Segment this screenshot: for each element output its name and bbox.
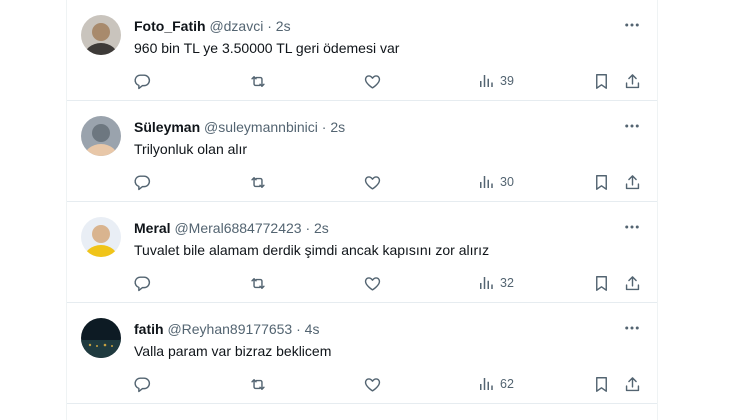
reply-icon[interactable] [133, 272, 152, 294]
share-icon[interactable] [623, 373, 642, 395]
tweet-header: Süleyman @suleymannbinici · 2s [134, 118, 345, 136]
tweet-actions: 32 [67, 272, 657, 294]
tweet-header: Meral @Meral6884772423 · 2s [134, 219, 329, 237]
views-chart-icon [477, 72, 495, 90]
separator-dot: · [321, 119, 327, 135]
heart-icon[interactable] [363, 272, 382, 294]
avatar[interactable] [81, 217, 121, 257]
heart-icon[interactable] [363, 70, 382, 92]
bookmark-icon[interactable] [592, 171, 611, 193]
more-dots-icon[interactable] [623, 217, 641, 237]
views-chart-icon [477, 173, 495, 191]
views-button[interactable]: 32 [477, 272, 514, 294]
retweet-icon[interactable] [248, 70, 268, 92]
views-button[interactable]: 62 [477, 373, 514, 395]
display-name[interactable]: Süleyman [134, 119, 200, 135]
views-count: 62 [500, 377, 514, 391]
timeline: Foto_Fatih @dzavci · 2s 960 bin TL ye 3.5… [66, 0, 658, 420]
user-handle[interactable]: @Meral6884772423 [174, 220, 301, 236]
bookmark-icon[interactable] [592, 70, 611, 92]
more-dots-icon[interactable] [623, 15, 641, 35]
reply-icon[interactable] [133, 171, 152, 193]
retweet-icon[interactable] [248, 272, 268, 294]
retweet-icon[interactable] [248, 373, 268, 395]
display-name[interactable]: fatih [134, 321, 164, 337]
tweet-text: Tuvalet bile alamam derdik şimdi ancak k… [134, 242, 490, 258]
timestamp[interactable]: 4s [305, 321, 320, 337]
separator-dot: · [305, 220, 311, 236]
share-icon[interactable] [623, 171, 642, 193]
views-chart-icon [477, 375, 495, 393]
heart-icon[interactable] [363, 373, 382, 395]
views-count: 30 [500, 175, 514, 189]
separator-dot: · [296, 321, 301, 337]
timestamp[interactable]: 2s [276, 18, 291, 34]
separator-dot: · [267, 18, 272, 34]
tweet-header: fatih @Reyhan89177653 · 4s [134, 320, 319, 338]
views-chart-icon [477, 274, 495, 292]
avatar[interactable] [81, 15, 121, 55]
views-count: 32 [500, 276, 514, 290]
tweet-text: Trilyonluk olan alır [134, 141, 248, 157]
display-name[interactable]: Foto_Fatih [134, 18, 206, 34]
reply-icon[interactable] [133, 70, 152, 92]
tweet[interactable]: Foto_Fatih @dzavci · 2s 960 bin TL ye 3.5… [67, 0, 657, 101]
user-handle[interactable]: @dzavci [209, 18, 263, 34]
user-handle[interactable]: @Reyhan89177653 [167, 321, 292, 337]
timestamp[interactable]: 2s [330, 119, 345, 135]
avatar[interactable] [81, 116, 121, 156]
heart-icon[interactable] [363, 171, 382, 193]
tweet[interactable]: Meral @Meral6884772423 · 2s Tuvalet bile … [67, 202, 657, 303]
bookmark-icon[interactable] [592, 272, 611, 294]
views-button[interactable]: 30 [477, 171, 514, 193]
user-handle[interactable]: @suleymannbinici [204, 119, 318, 135]
tweet-text: Valla param var bizraz beklicem [134, 343, 332, 359]
tweet[interactable]: fatih @Reyhan89177653 · 4s Valla param va… [67, 303, 657, 404]
avatar[interactable] [81, 318, 121, 358]
display-name[interactable]: Meral [134, 220, 171, 236]
share-icon[interactable] [623, 70, 642, 92]
tweet-actions: 30 [67, 171, 657, 193]
tweet-actions: 62 [67, 373, 657, 395]
more-dots-icon[interactable] [623, 318, 641, 338]
retweet-icon[interactable] [248, 171, 268, 193]
tweet-text: 960 bin TL ye 3.50000 TL geri ödemesi va… [134, 40, 400, 56]
reply-icon[interactable] [133, 373, 152, 395]
tweet-actions: 39 [67, 70, 657, 92]
tweet-header: Foto_Fatih @dzavci · 2s [134, 17, 291, 35]
bookmark-icon[interactable] [592, 373, 611, 395]
views-button[interactable]: 39 [477, 70, 514, 92]
more-dots-icon[interactable] [623, 116, 641, 136]
views-count: 39 [500, 74, 514, 88]
tweet[interactable]: Süleyman @suleymannbinici · 2s Trilyonluk… [67, 101, 657, 202]
timestamp[interactable]: 2s [314, 220, 329, 236]
share-icon[interactable] [623, 272, 642, 294]
